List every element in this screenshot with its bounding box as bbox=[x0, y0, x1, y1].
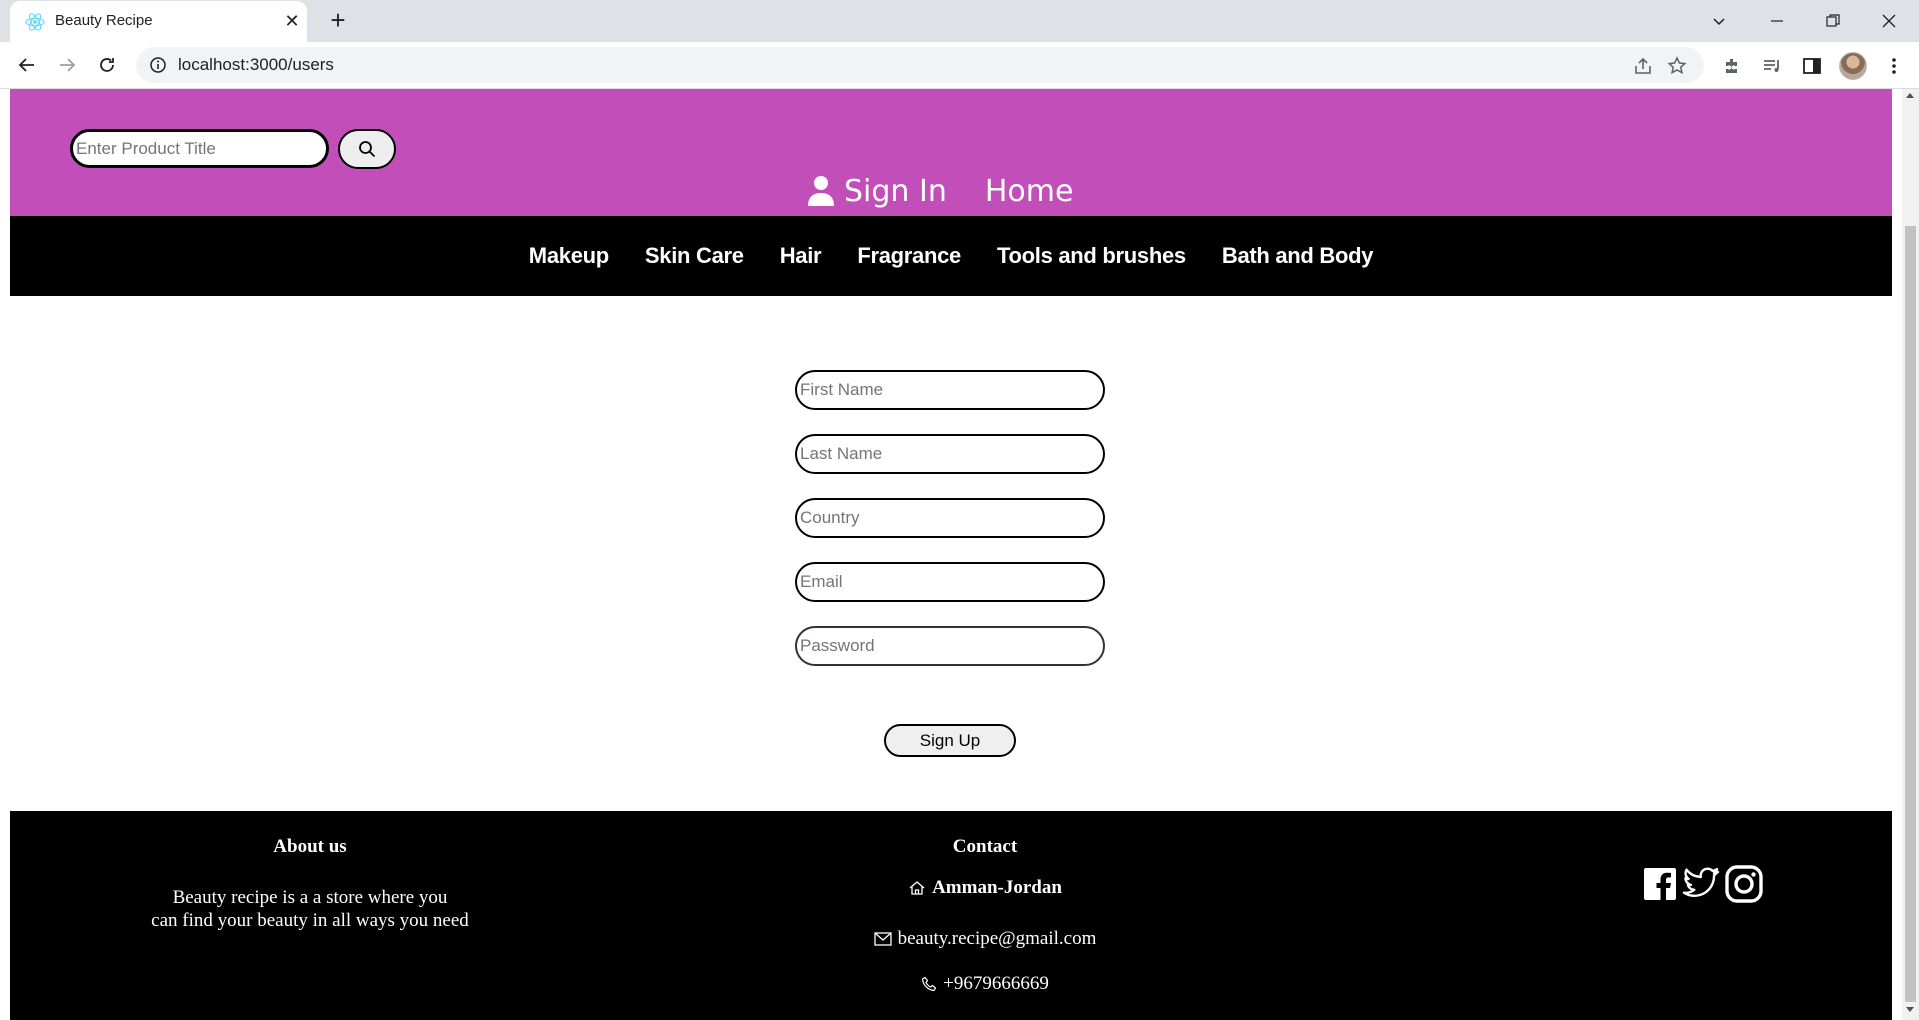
sign-up-button[interactable]: Sign Up bbox=[884, 724, 1016, 757]
new-tab-button[interactable]: + bbox=[324, 7, 352, 35]
profile-avatar[interactable] bbox=[1839, 52, 1867, 80]
site-logo-fragment bbox=[168, 89, 338, 108]
category-bath-and-body[interactable]: Bath and Body bbox=[1222, 243, 1374, 269]
email-field[interactable] bbox=[795, 562, 1105, 602]
scroll-down-arrow[interactable] bbox=[1906, 1007, 1914, 1012]
tab-search-icon[interactable] bbox=[1696, 6, 1742, 36]
about-text: Beauty recipe is a a store where you can… bbox=[10, 886, 610, 932]
address-text: Amman-Jordan bbox=[932, 877, 1062, 898]
email-text[interactable]: beauty.recipe@gmail.com bbox=[898, 928, 1097, 950]
address-bar[interactable]: localhost:3000/users bbox=[136, 47, 1704, 83]
header-nav: Sign In Home bbox=[808, 169, 1073, 213]
category-hair[interactable]: Hair bbox=[780, 243, 822, 269]
signup-form bbox=[795, 370, 1105, 690]
browser-tab[interactable]: Beauty Recipe ✕ bbox=[10, 1, 307, 42]
react-icon bbox=[25, 13, 45, 31]
close-window-icon[interactable] bbox=[1866, 6, 1912, 36]
home-link[interactable]: Home bbox=[985, 174, 1074, 209]
url-text: localhost:3000/users bbox=[178, 55, 334, 74]
about-line-2: can find your beauty in all ways you nee… bbox=[151, 910, 469, 931]
contact-heading: Contact bbox=[952, 836, 1018, 857]
site-info-icon[interactable] bbox=[149, 56, 167, 74]
forward-icon[interactable] bbox=[52, 50, 82, 80]
phone-icon bbox=[922, 976, 937, 992]
browser-toolbar: localhost:3000/users bbox=[0, 42, 1919, 89]
category-tools-and-brushes[interactable]: Tools and brushes bbox=[997, 243, 1186, 269]
scroll-thumb[interactable] bbox=[1905, 226, 1916, 1002]
menu-kebab-icon[interactable] bbox=[1882, 54, 1906, 78]
minimize-icon[interactable] bbox=[1754, 6, 1800, 36]
facebook-icon[interactable] bbox=[1643, 867, 1677, 901]
site-header: Sign In Home bbox=[10, 89, 1892, 216]
home-icon bbox=[909, 881, 925, 895]
bookmark-star-icon[interactable] bbox=[1666, 55, 1688, 77]
category-nav: Makeup Skin Care Hair Fragrance Tools an… bbox=[10, 216, 1892, 296]
tab-title: Beauty Recipe bbox=[55, 12, 153, 29]
category-makeup[interactable]: Makeup bbox=[529, 243, 609, 269]
country-field[interactable] bbox=[795, 498, 1105, 538]
contact-address: Amman-Jordan bbox=[685, 877, 1285, 899]
restore-icon[interactable] bbox=[1810, 6, 1856, 36]
user-icon bbox=[808, 176, 834, 206]
about-line-1: Beauty recipe is a a store where you bbox=[172, 887, 448, 908]
sign-in-link[interactable]: Sign In bbox=[808, 174, 947, 209]
first-name-field[interactable] bbox=[795, 370, 1105, 410]
tab-strip: Beauty Recipe ✕ + bbox=[0, 0, 1919, 42]
last-name-field[interactable] bbox=[795, 434, 1105, 474]
category-skin-care[interactable]: Skin Care bbox=[645, 243, 744, 269]
contact-email: beauty.recipe@gmail.com bbox=[685, 928, 1285, 950]
reload-icon[interactable] bbox=[92, 50, 122, 80]
extensions-icon[interactable] bbox=[1720, 54, 1744, 78]
social-links bbox=[1643, 865, 1768, 903]
mail-icon bbox=[873, 932, 892, 946]
about-heading: About us bbox=[273, 836, 347, 857]
page-viewport: Sign In Home Makeup Skin Care Hair Fragr… bbox=[0, 89, 1902, 1020]
media-control-icon[interactable] bbox=[1760, 54, 1784, 78]
search-input[interactable] bbox=[70, 129, 329, 168]
password-field[interactable] bbox=[795, 626, 1105, 666]
category-fragrance[interactable]: Fragrance bbox=[857, 243, 961, 269]
scroll-up-arrow[interactable] bbox=[1906, 93, 1914, 98]
twitter-icon[interactable] bbox=[1682, 867, 1720, 901]
site-footer: About us Beauty recipe is a a store wher… bbox=[10, 811, 1892, 1020]
instagram-icon[interactable] bbox=[1725, 865, 1763, 903]
side-panel-icon[interactable] bbox=[1800, 54, 1824, 78]
back-icon[interactable] bbox=[12, 50, 42, 80]
phone-text[interactable]: +9679666669 bbox=[943, 973, 1049, 995]
close-tab-icon[interactable]: ✕ bbox=[281, 10, 303, 32]
contact-phone: +9679666669 bbox=[685, 973, 1285, 995]
sign-in-label: Sign In bbox=[844, 173, 947, 209]
page-scrollbar[interactable] bbox=[1902, 89, 1919, 1020]
share-icon[interactable] bbox=[1632, 55, 1654, 77]
search-button[interactable] bbox=[338, 129, 396, 169]
search-icon bbox=[359, 141, 376, 158]
